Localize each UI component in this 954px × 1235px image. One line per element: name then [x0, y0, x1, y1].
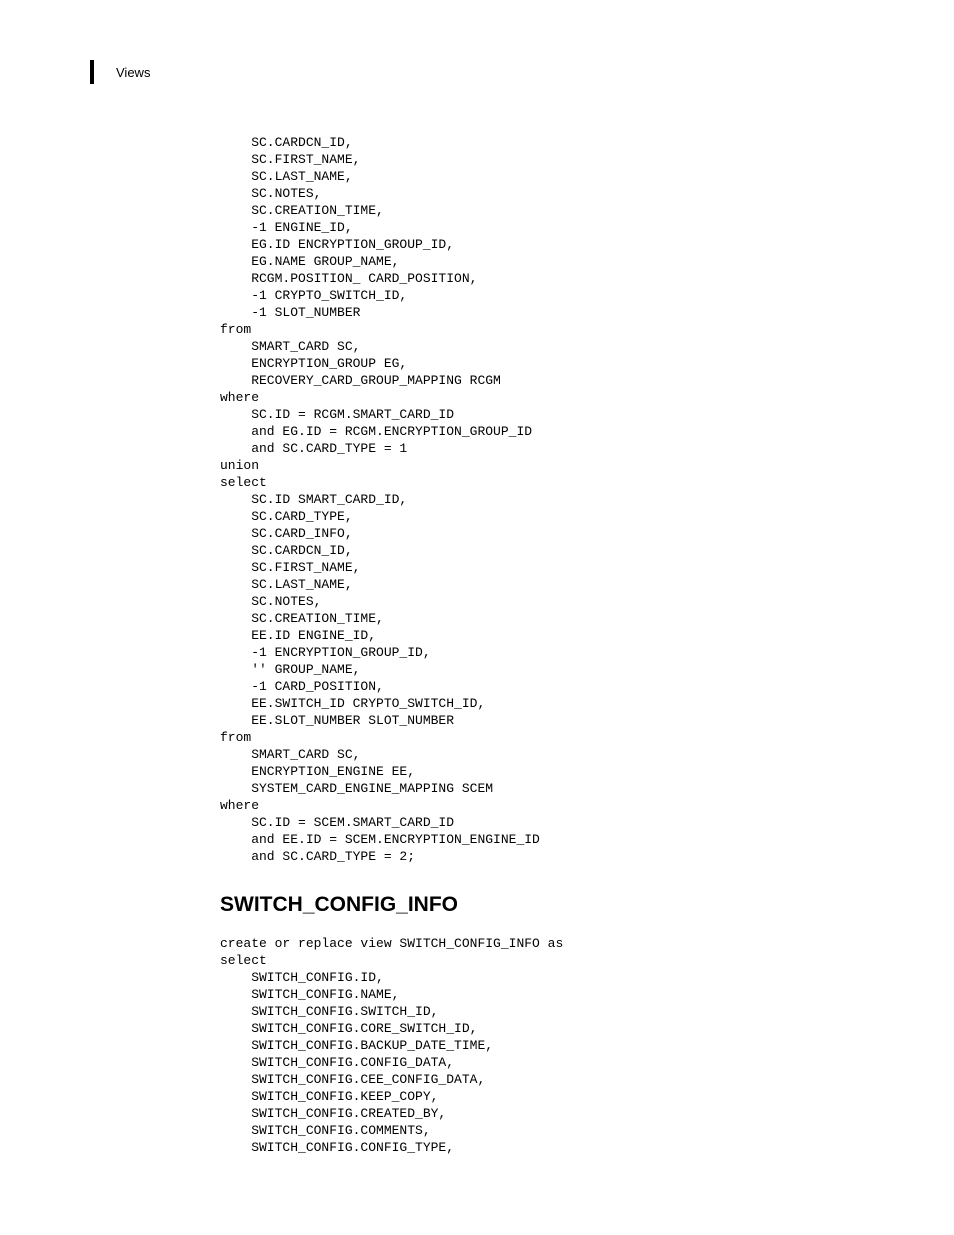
- code-block-2: create or replace view SWITCH_CONFIG_INF…: [220, 935, 864, 1156]
- header-accent-bar: [90, 60, 94, 84]
- section-heading-switch-config-info: SWITCH_CONFIG_INFO: [220, 893, 864, 917]
- page-header: Views: [90, 60, 864, 84]
- page-container: Views SC.CARDCN_ID, SC.FIRST_NAME, SC.LA…: [0, 0, 954, 1216]
- header-section-label: Views: [116, 65, 150, 80]
- code-block-1: SC.CARDCN_ID, SC.FIRST_NAME, SC.LAST_NAM…: [220, 134, 864, 865]
